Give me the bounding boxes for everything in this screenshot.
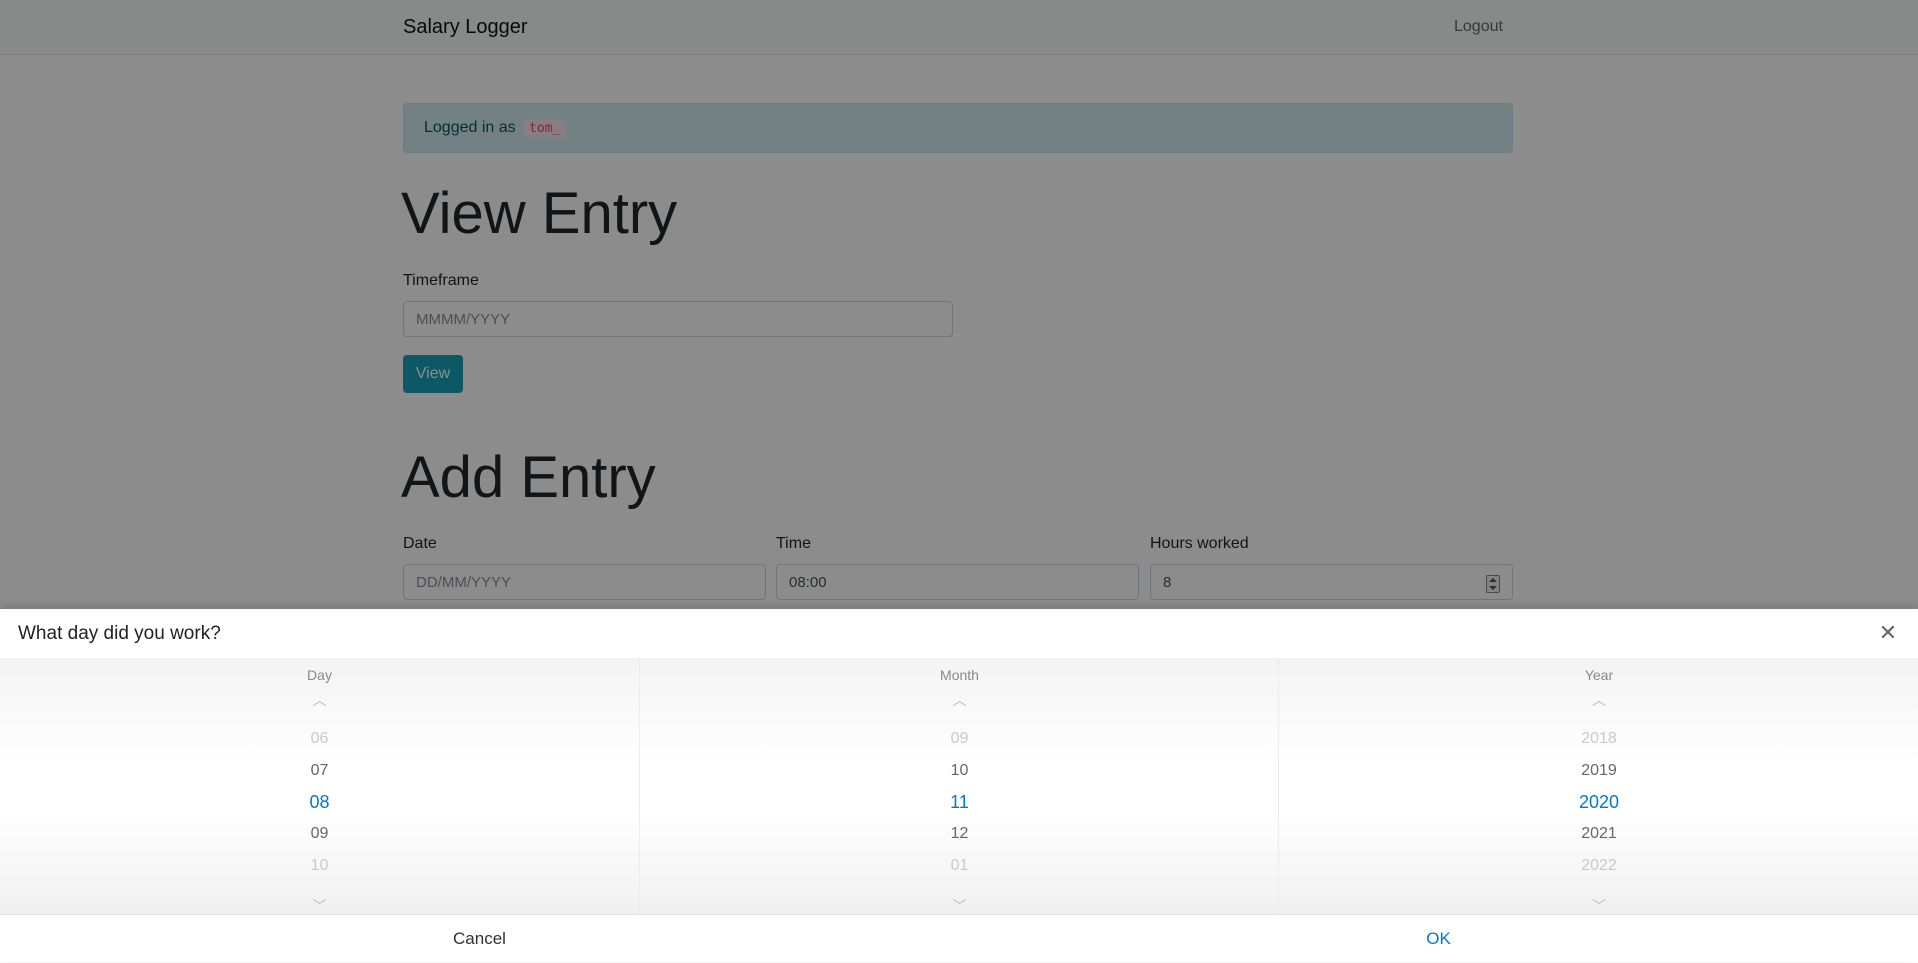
month-column[interactable]: Month ︿ 09 10 11 12 01 ﹀ — [639, 658, 1279, 914]
picker-title: What day did you work? — [18, 623, 221, 644]
wheel-item[interactable]: 09 — [640, 730, 1279, 748]
chevron-up-icon[interactable]: ︿ — [640, 690, 1279, 710]
year-column[interactable]: Year ︿ 2018 2019 2020 2021 2022 ﹀ — [1278, 658, 1918, 914]
chevron-up-icon[interactable]: ︿ — [1279, 690, 1918, 710]
wheel-item[interactable]: 2019 — [1279, 762, 1918, 780]
selected-day[interactable]: 08 — [0, 792, 639, 813]
wheel-item[interactable]: 07 — [0, 762, 639, 780]
picker-footer: Cancel OK — [0, 914, 1918, 963]
wheel-item[interactable]: 2021 — [1279, 825, 1918, 843]
day-column[interactable]: Day ︿ 06 07 08 09 10 ﹀ — [0, 658, 639, 914]
month-header: Month — [940, 667, 979, 683]
wheel-item[interactable]: 2018 — [1279, 730, 1918, 748]
wheel-item[interactable]: 09 — [0, 825, 639, 843]
wheel-item[interactable]: 10 — [0, 857, 639, 875]
date-picker-sheet: What day did you work? ✕ Day ︿ 06 07 08 … — [0, 609, 1918, 962]
chevron-down-icon[interactable]: ﹀ — [1279, 896, 1918, 916]
day-header: Day — [307, 667, 332, 683]
chevron-up-icon[interactable]: ︿ — [0, 690, 639, 710]
selected-month[interactable]: 11 — [640, 792, 1279, 813]
picker-wheels: Day ︿ 06 07 08 09 10 ﹀ Month ︿ 09 10 11 … — [0, 658, 1918, 914]
wheel-item[interactable]: 12 — [640, 825, 1279, 843]
year-header: Year — [1584, 667, 1614, 683]
wheel-item[interactable]: 06 — [0, 730, 639, 748]
close-icon[interactable]: ✕ — [1876, 621, 1900, 645]
wheel-item[interactable]: 2022 — [1279, 857, 1918, 875]
cancel-button[interactable]: Cancel — [0, 915, 959, 963]
wheel-item[interactable]: 01 — [640, 857, 1279, 875]
selected-year[interactable]: 2020 — [1279, 792, 1918, 813]
chevron-down-icon[interactable]: ﹀ — [0, 896, 639, 916]
picker-header: What day did you work? ✕ — [0, 609, 1918, 659]
wheel-item[interactable]: 10 — [640, 762, 1279, 780]
chevron-down-icon[interactable]: ﹀ — [640, 896, 1279, 916]
ok-button[interactable]: OK — [959, 915, 1918, 963]
